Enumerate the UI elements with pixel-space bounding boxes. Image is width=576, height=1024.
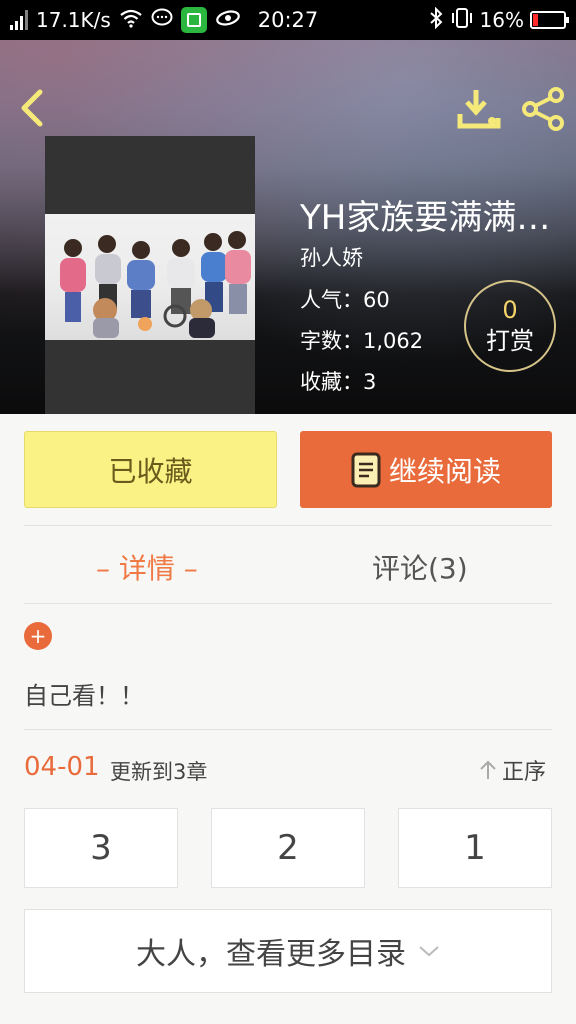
reward-count: 0 (502, 296, 518, 324)
tab-detail[interactable]: – 详情 – (96, 545, 198, 589)
arrow-up-icon (480, 760, 496, 779)
divider (24, 729, 552, 730)
reward-label: 打赏 (486, 327, 534, 355)
book-icon (351, 452, 381, 487)
download-button[interactable] (456, 88, 502, 130)
book-description: 自己看！！ (24, 682, 144, 710)
wechat-app-icon (180, 7, 207, 33)
favorited-button[interactable]: 已收藏 (24, 431, 277, 508)
update-date: 04-01 (24, 752, 100, 782)
word-count-stat: 字数：1,062 (300, 329, 424, 353)
share-icon (522, 87, 564, 131)
reward-button[interactable]: 0 打赏 (464, 280, 556, 372)
download-icon (457, 90, 501, 129)
divider (24, 603, 552, 604)
divider (24, 525, 552, 526)
sort-label: 正序 (502, 760, 547, 785)
vibrate-icon (450, 7, 474, 34)
net-speed: 17.1K/s (36, 8, 111, 32)
continue-reading-label: 继续阅读 (388, 454, 501, 488)
share-button[interactable] (520, 86, 566, 132)
book-header: YH家族要满满… 孙人娇 人气：60 字数：1,062 收藏：3 0 打赏 (0, 40, 576, 414)
cover-photo (45, 214, 255, 340)
status-bar: 17.1K/s 20:27 16% (0, 0, 576, 40)
tab-comments[interactable]: 评论(3) (372, 545, 468, 589)
wifi-icon (119, 8, 143, 33)
back-icon (21, 89, 43, 127)
chapter-button[interactable]: 2 (211, 808, 365, 888)
sort-order-button[interactable]: 正序 (478, 754, 546, 786)
book-author[interactable]: 孙人娇 (300, 242, 363, 272)
book-cover[interactable] (45, 136, 255, 414)
more-catalog-label: 大人，查看更多目录 (136, 937, 406, 972)
battery-percent: 16% (479, 8, 524, 32)
favorited-label: 已收藏 (108, 454, 193, 488)
chat-bubble-icon (151, 8, 173, 33)
back-button[interactable] (14, 88, 50, 128)
more-catalog-button[interactable]: 大人，查看更多目录 (24, 909, 552, 993)
chapter-button[interactable]: 3 (24, 808, 178, 888)
favorites-stat: 收藏：3 (300, 370, 377, 394)
battery-icon (530, 11, 569, 29)
eye-icon (215, 8, 241, 33)
popularity-stat: 人气：60 (300, 288, 390, 312)
chapter-button[interactable]: 1 (398, 808, 552, 888)
continue-reading-button[interactable]: 继续阅读 (300, 431, 552, 508)
signal-icon (10, 10, 28, 30)
update-text: 更新到3章 (110, 760, 208, 784)
bluetooth-icon (428, 6, 444, 34)
chevron-down-icon (419, 946, 439, 957)
book-title: YH家族要满满… (300, 198, 551, 238)
expand-plus-button[interactable]: + (24, 622, 52, 650)
